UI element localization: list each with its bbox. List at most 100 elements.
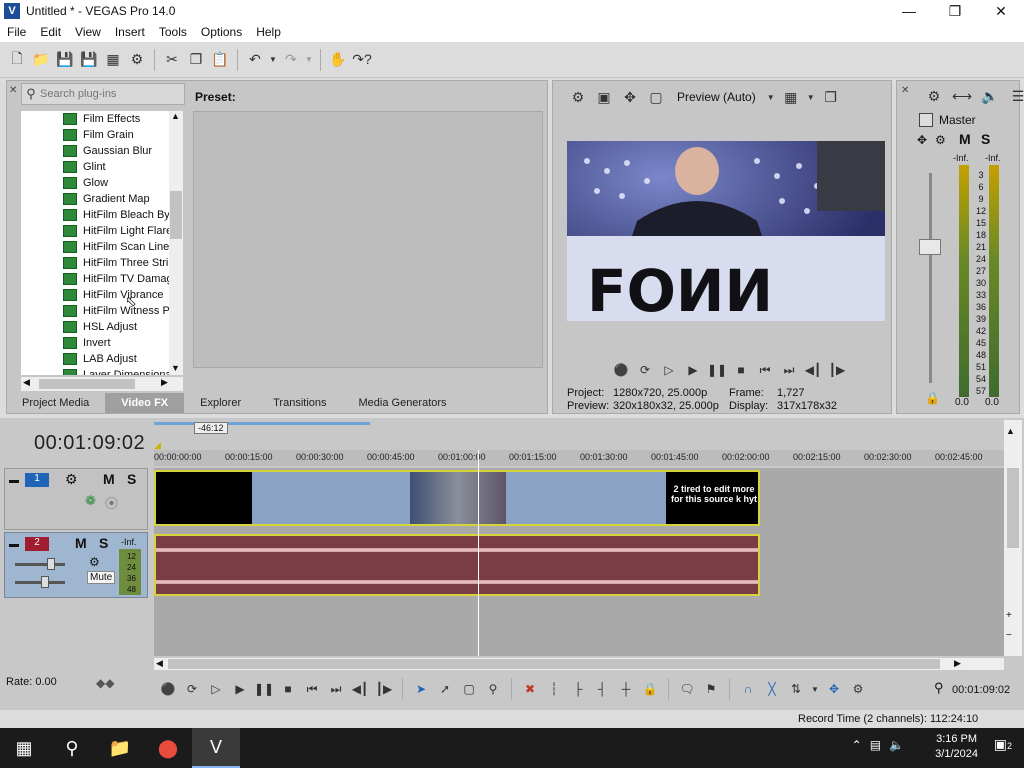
preview-quality-select[interactable]: Preview (Auto) [677, 90, 756, 104]
plugin-list[interactable]: Film Effects Film Grain Gaussian Blur Glint… [21, 111, 183, 375]
redo-icon[interactable]: ↷ [280, 49, 302, 71]
hscroll-thumb[interactable] [39, 379, 135, 389]
chevron-down-icon[interactable]: ▼ [766, 86, 776, 108]
track-header-video[interactable]: ▬ 1 ⚙ M S ❁ ⦿ [4, 468, 148, 530]
copy-icon[interactable]: ❐ [185, 49, 207, 71]
go-to-start-icon[interactable]: ⏮ [755, 361, 775, 379]
network-icon[interactable]: ▤ [870, 738, 881, 752]
render-icon[interactable]: ▦ [102, 49, 124, 71]
loop-region-bar[interactable] [154, 422, 370, 425]
master-fader-track[interactable] [929, 173, 932, 383]
volume-slider[interactable] [15, 563, 65, 566]
plugin-search-input[interactable] [40, 88, 178, 100]
scroll-right-icon[interactable]: ▶ [161, 377, 168, 388]
scroll-up-icon[interactable]: ▲ [1006, 426, 1015, 436]
hand-tool-icon[interactable]: ✋ [327, 49, 349, 71]
plugin-list-item[interactable]: HitFilm TV Damage [21, 271, 183, 287]
chevron-down-icon[interactable]: ▼ [806, 86, 816, 108]
new-file-icon[interactable]: 🗋 [6, 49, 28, 71]
trim-icon[interactable]: ┆ [544, 679, 564, 699]
overlays-grid-icon[interactable]: ▦ [780, 86, 802, 108]
compositing-mode-icon[interactable]: ⦿ [105, 493, 118, 512]
split-icon[interactable]: ┼ [616, 679, 636, 699]
whats-this-help-icon[interactable]: ↷? [351, 49, 373, 71]
normal-edit-tool-icon[interactable]: ➤ [411, 679, 431, 699]
undo-icon[interactable]: ↶ [244, 49, 266, 71]
speaker-icon[interactable]: 🔈 [979, 85, 1001, 107]
lock-icon[interactable]: 🔒 [640, 679, 660, 699]
master-mute-button[interactable]: M [959, 131, 971, 147]
insert-region-icon[interactable]: ⚑ [701, 679, 721, 699]
lock-icon[interactable]: 🔒 [925, 391, 940, 405]
downmix-icon[interactable]: ⟷ [951, 85, 973, 107]
video-fx-icon[interactable]: ▢ [645, 86, 667, 108]
tracks-area[interactable]: 2 tired to edit more for this source k h… [154, 468, 1004, 656]
scroll-left-icon[interactable]: ◀ [23, 377, 30, 388]
plugin-list-item[interactable]: Gradient Map [21, 191, 183, 207]
chrome-icon[interactable]: ⬤ [144, 728, 192, 768]
preset-area[interactable] [193, 111, 543, 368]
menu-file[interactable]: File [0, 25, 33, 39]
pause-icon[interactable]: ❚❚ [707, 361, 727, 379]
auto-ripple-icon[interactable]: ⇅ [786, 679, 806, 699]
next-frame-icon[interactable]: ┃▶ [374, 679, 394, 699]
hscroll-thumb[interactable] [168, 659, 940, 669]
previous-frame-icon[interactable]: ◀┃ [350, 679, 370, 699]
zoom-tool-icon[interactable]: ⚲ [483, 679, 503, 699]
master-fader-handle[interactable] [919, 239, 941, 255]
menu-view[interactable]: View [68, 25, 108, 39]
undo-dropdown-icon[interactable]: ▼ [268, 49, 278, 71]
menu-insert[interactable]: Insert [108, 25, 152, 39]
audio-clip[interactable] [154, 534, 760, 596]
zoom-out-icon[interactable]: − [1006, 630, 1012, 641]
timeline-vscrollbar[interactable]: ▲ + − [1004, 420, 1022, 656]
cut-icon[interactable]: ✂ [161, 49, 183, 71]
pause-icon[interactable]: ❚❚ [254, 679, 274, 699]
insert-marker-icon[interactable]: 🗨 [677, 679, 697, 699]
plugin-list-hscrollbar[interactable]: ◀ ▶ [21, 377, 183, 391]
playhead-cursor[interactable] [478, 450, 479, 656]
save-icon[interactable]: 💾 [54, 49, 76, 71]
plugin-list-item[interactable]: HitFilm Vibrance [21, 287, 183, 303]
play-icon[interactable]: ▶ [230, 679, 250, 699]
play-from-start-icon[interactable]: ▷ [206, 679, 226, 699]
maximize-button[interactable]: ❐ [932, 0, 978, 22]
track-header-audio[interactable]: ▬ 2 M S -Inf. ⚙ Mute 12 24 36 48 [4, 532, 148, 598]
stop-icon[interactable]: ■ [731, 361, 751, 379]
master-gear-icon[interactable]: ⚙ [935, 133, 946, 147]
plugin-list-item[interactable]: HitFilm Light Flares [21, 223, 183, 239]
menu-options[interactable]: Options [194, 25, 249, 39]
track-gear-icon[interactable]: ⚙ [89, 555, 100, 569]
play-icon[interactable]: ▶ [683, 361, 703, 379]
plugin-list-item[interactable]: HitFilm Scan Lines [21, 239, 183, 255]
scroll-left-icon[interactable]: ◀ [156, 658, 163, 669]
previous-frame-icon[interactable]: ◀┃ [803, 361, 823, 379]
timeline-hscrollbar[interactable]: ◀ ▶ [154, 658, 1004, 670]
menu-edit[interactable]: Edit [33, 25, 68, 39]
windows-start-icon[interactable]: ▦ [0, 728, 48, 768]
auto-crossfade-icon[interactable]: ╳ [762, 679, 782, 699]
plugin-list-item[interactable]: Film Effects [21, 111, 183, 127]
menu-tools[interactable]: Tools [152, 25, 194, 39]
chevron-up-icon[interactable]: ⌃ [852, 738, 862, 752]
track-minimize-icon[interactable]: ▬ [9, 475, 19, 486]
go-to-end-icon[interactable]: ⏭ [779, 361, 799, 379]
stop-icon[interactable]: ■ [278, 679, 298, 699]
selection-tool-icon[interactable]: ▢ [459, 679, 479, 699]
plugin-list-item[interactable]: Layer Dimensional [21, 367, 183, 375]
preview-properties-gear-icon[interactable]: ⚙ [567, 86, 589, 108]
track-mute-button[interactable]: M [103, 471, 115, 487]
mixer-gear-icon[interactable]: ⚙ [923, 85, 945, 107]
lock-envelopes-icon[interactable]: ✥ [824, 679, 844, 699]
master-fx-icon[interactable]: ✥ [917, 133, 927, 147]
copy-snapshot-icon[interactable]: ❐ [820, 86, 842, 108]
plugin-list-item[interactable]: HitFilm Three Strip [21, 255, 183, 271]
scroll-thumb[interactable] [1007, 468, 1019, 548]
master-checkbox[interactable] [919, 113, 933, 127]
pan-slider[interactable] [15, 581, 65, 584]
loop-playback-icon[interactable]: ⟳ [182, 679, 202, 699]
envelope-tool-icon[interactable]: ➚ [435, 679, 455, 699]
loop-playback-icon[interactable]: ⟳ [635, 361, 655, 379]
zoom-in-icon[interactable]: + [1006, 610, 1012, 621]
close-button[interactable]: ✕ [978, 0, 1024, 22]
